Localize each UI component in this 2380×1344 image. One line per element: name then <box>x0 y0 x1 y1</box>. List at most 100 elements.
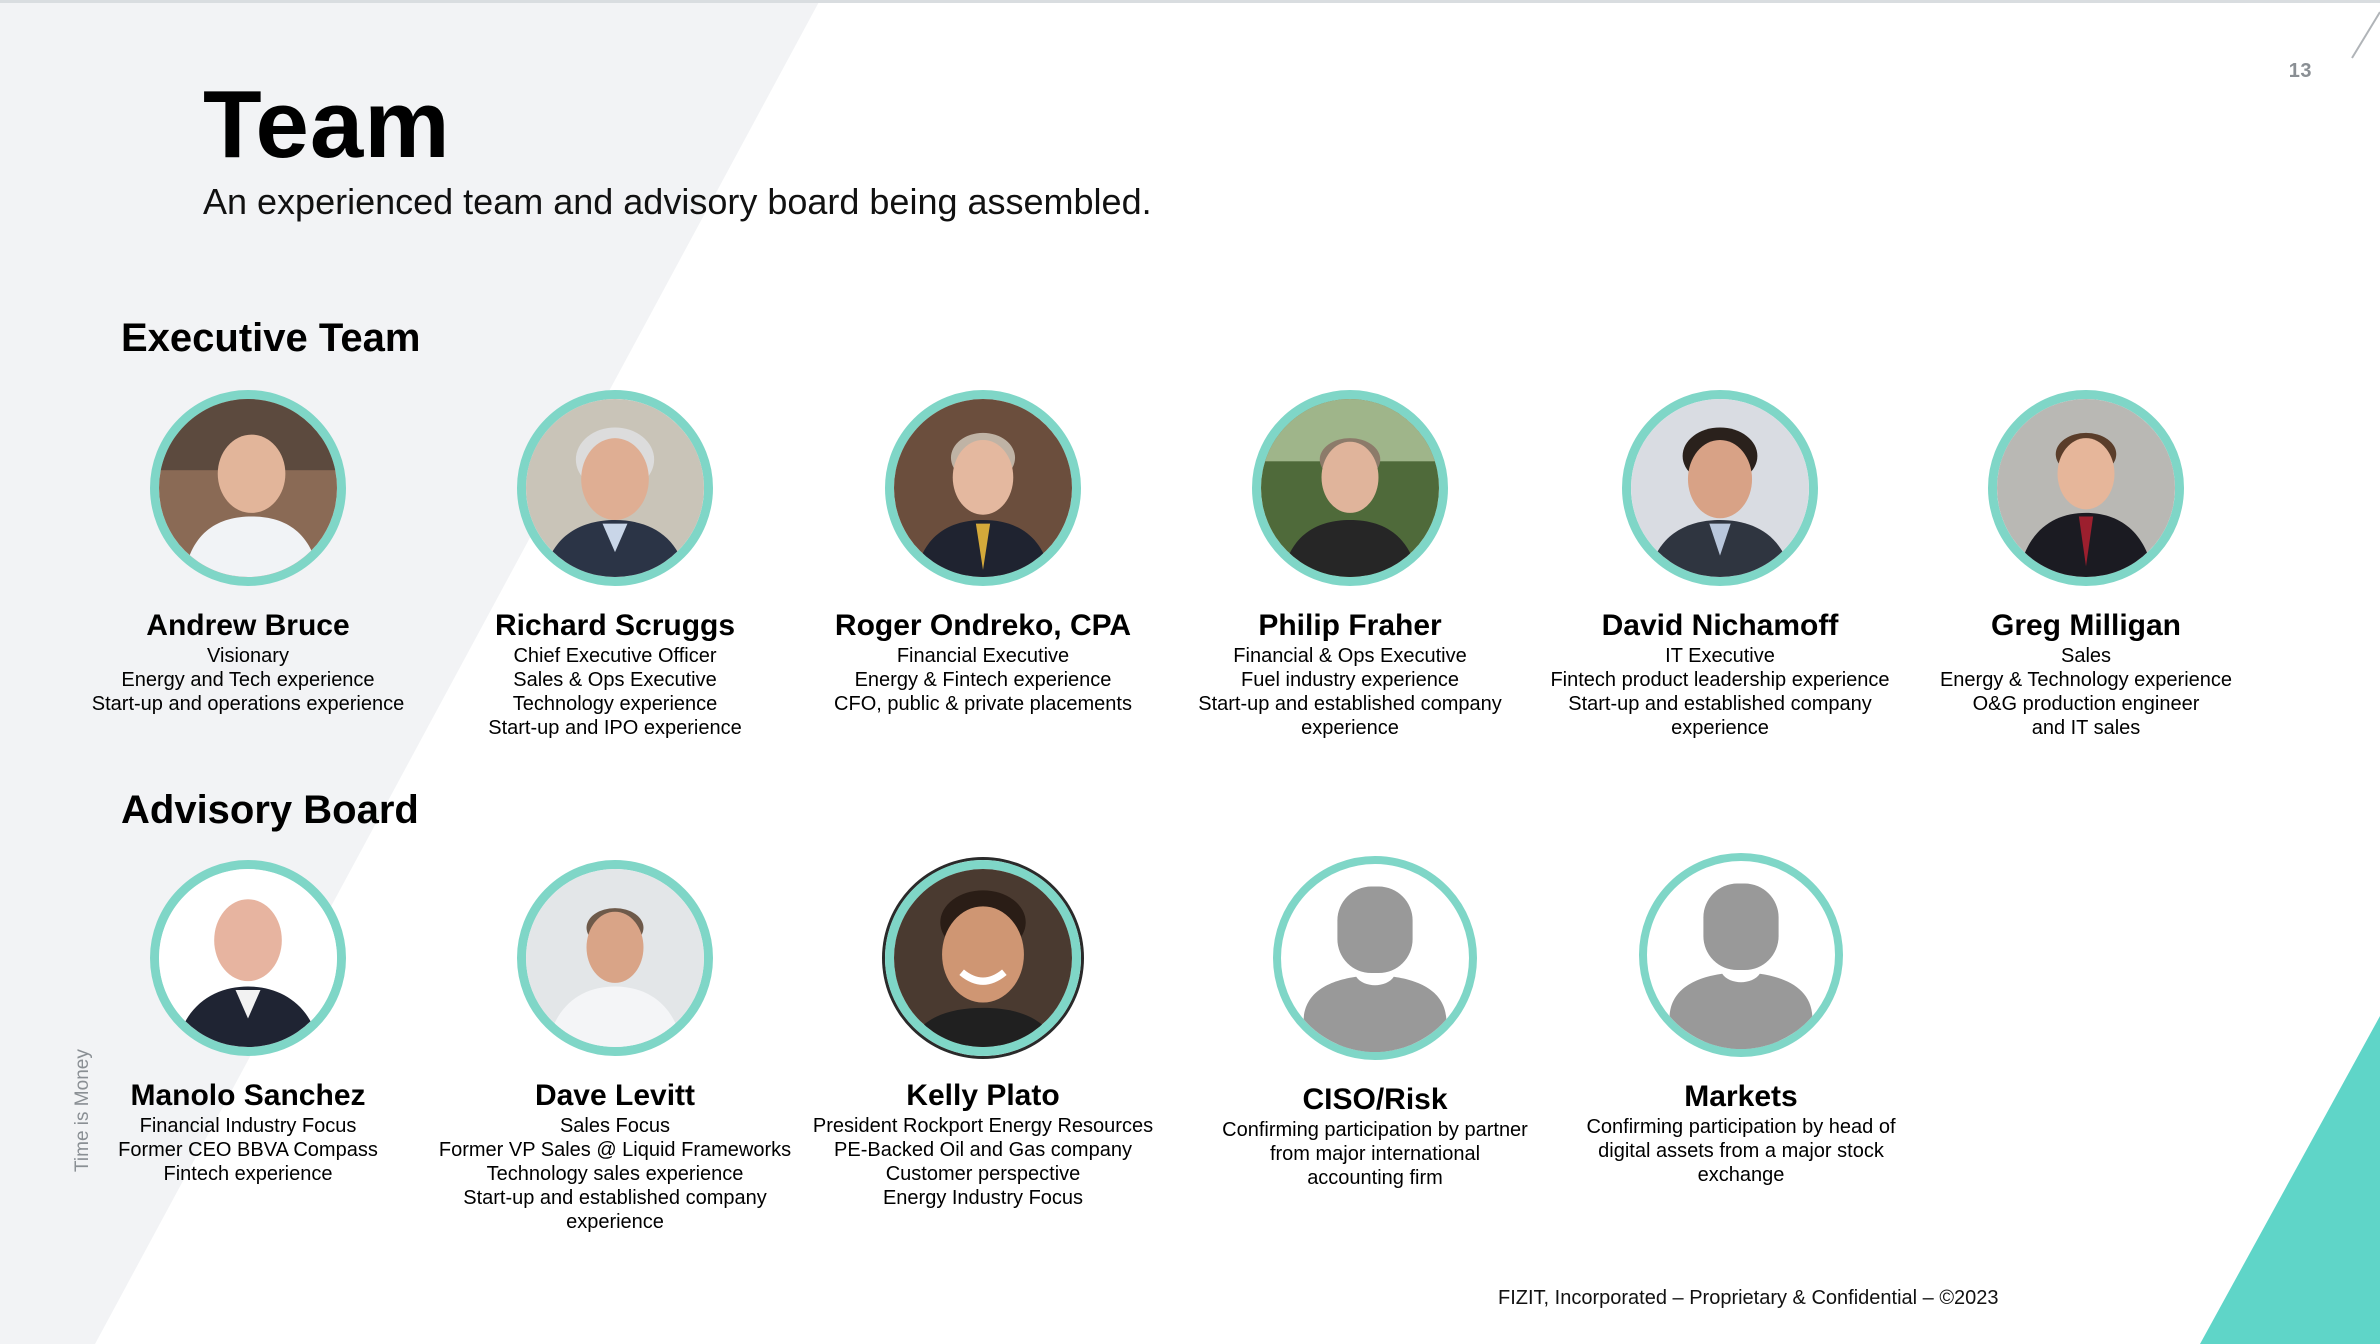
member-name: Manolo Sanchez <box>130 1079 366 1112</box>
desc-line: Financial Industry Focus <box>139 1115 357 1137</box>
advisory-board-heading: Advisory Board <box>121 788 419 832</box>
person-photo-icon <box>159 869 337 1047</box>
desc-line: Customer perspective <box>885 1163 1081 1185</box>
advisory-card-manolo-sanchez: Manolo Sanchez Financial Industry Focus … <box>63 860 433 1186</box>
executive-card-greg-milligan: Greg Milligan Sales Energy & Technology … <box>1901 390 2271 740</box>
member-name: Kelly Plato <box>906 1079 1060 1112</box>
desc-line: Technology experience <box>512 693 718 715</box>
executive-card-andrew-bruce: Andrew Bruce Visionary Energy and Tech e… <box>63 390 433 716</box>
footer-confidentiality: FIZIT, Incorporated – Proprietary & Conf… <box>1498 1287 1999 1309</box>
executive-card-philip-fraher: Philip Fraher Financial & Ops Executive … <box>1165 390 1535 740</box>
avatar-placeholder <box>1639 853 1843 1057</box>
desc-line: PE-Backed Oil and Gas company <box>834 1139 1132 1161</box>
member-description: Financial Executive Energy & Fintech exp… <box>798 644 1168 716</box>
desc-line: digital assets from a major stock <box>1598 1140 1884 1162</box>
advisory-card-dave-levitt: Dave Levitt Sales Focus Former VP Sales … <box>430 860 800 1234</box>
desc-line: Confirming participation by partner <box>1222 1119 1528 1141</box>
person-photo-icon <box>159 399 337 577</box>
member-description: Financial & Ops Executive Fuel industry … <box>1165 644 1535 740</box>
advisory-card-kelly-plato: Kelly Plato President Rockport Energy Re… <box>798 860 1168 1210</box>
member-description: Visionary Energy and Tech experience Sta… <box>63 644 433 716</box>
desc-line: Sales <box>2060 645 2112 667</box>
avatar <box>885 390 1081 586</box>
advisory-card-markets: Markets Confirming participation by head… <box>1556 853 1926 1187</box>
side-tagline: Time is Money <box>72 1049 93 1172</box>
desc-line: experience <box>1301 717 1399 739</box>
member-name: Markets <box>1684 1080 1798 1113</box>
person-photo-icon <box>526 869 704 1047</box>
avatar <box>1988 390 2184 586</box>
desc-line: Sales Focus <box>559 1115 671 1137</box>
member-description: President Rockport Energy Resources PE-B… <box>798 1114 1168 1210</box>
person-photo-icon <box>1997 399 2175 577</box>
advisory-card-ciso-risk: CISO/Risk Confirming participation by pa… <box>1190 856 1560 1190</box>
executive-card-richard-scruggs: Richard Scruggs Chief Executive Officer … <box>430 390 800 740</box>
desc-line: Energy and Tech experience <box>121 669 375 691</box>
desc-line: Fintech experience <box>163 1163 333 1185</box>
member-description: IT Executive Fintech product leadership … <box>1535 644 1905 740</box>
desc-line: Fuel industry experience <box>1241 669 1459 691</box>
person-photo-icon <box>894 399 1072 577</box>
avatar <box>150 860 346 1056</box>
member-description: Sales Focus Former VP Sales @ Liquid Fra… <box>430 1114 800 1234</box>
member-name: Philip Fraher <box>1258 609 1442 642</box>
user-silhouette-icon <box>1303 886 1447 1052</box>
corner-diagonal-line <box>2351 11 2380 59</box>
desc-line: Start-up and operations experience <box>91 693 405 715</box>
desc-line: O&G production engineer <box>1972 693 2200 715</box>
avatar <box>517 860 713 1056</box>
desc-line: experience <box>566 1211 664 1233</box>
page-number: 13 <box>2288 60 2312 82</box>
desc-line: accounting firm <box>1307 1167 1443 1189</box>
member-description: Confirming participation by head of digi… <box>1556 1115 1926 1187</box>
desc-line: IT Executive <box>1665 645 1775 667</box>
member-name: Andrew Bruce <box>146 609 350 642</box>
executive-team-heading: Executive Team <box>121 316 421 360</box>
member-description: Sales Energy & Technology experience O&G… <box>1901 644 2271 740</box>
person-photo-icon <box>1261 399 1439 577</box>
member-name: Dave Levitt <box>534 1079 696 1112</box>
desc-line: Financial & Ops Executive <box>1233 645 1467 667</box>
desc-line: Former VP Sales @ Liquid Frameworks <box>438 1139 792 1161</box>
teal-corner-triangle <box>2200 1016 2380 1344</box>
avatar <box>1252 390 1448 586</box>
person-photo-icon <box>1631 399 1809 577</box>
executive-card-roger-ondreko: Roger Ondreko, CPA Financial Executive E… <box>798 390 1168 716</box>
member-name: Roger Ondreko, CPA <box>834 609 1132 642</box>
desc-line: Sales & Ops Executive <box>513 669 717 691</box>
desc-line: Start-up and established company <box>1198 693 1502 715</box>
desc-line: Chief Executive Officer <box>513 645 717 667</box>
desc-line: Start-up and established company <box>463 1187 767 1209</box>
desc-line: Visionary <box>207 645 289 667</box>
desc-line: experience <box>1671 717 1769 739</box>
desc-line: from major international <box>1269 1143 1481 1165</box>
member-description: Chief Executive Officer Sales & Ops Exec… <box>430 644 800 740</box>
desc-line: Energy & Technology experience <box>1939 669 2233 691</box>
desc-line: Energy Industry Focus <box>882 1187 1084 1209</box>
desc-line: Start-up and established company <box>1568 693 1872 715</box>
desc-line: Financial Executive <box>896 645 1070 667</box>
desc-line: Former CEO BBVA Compass <box>118 1139 378 1161</box>
desc-line: Confirming participation by head of <box>1586 1116 1896 1138</box>
member-name: CISO/Risk <box>1302 1083 1448 1116</box>
person-photo-icon <box>894 869 1072 1047</box>
desc-line: Start-up and IPO experience <box>488 717 742 739</box>
avatar-placeholder <box>1273 856 1477 1060</box>
desc-line: Fintech product leadership experience <box>1550 669 1890 691</box>
executive-card-david-nichamoff: David Nichamoff IT Executive Fintech pro… <box>1535 390 1905 740</box>
desc-line: exchange <box>1697 1164 1785 1186</box>
desc-line: Energy & Fintech experience <box>854 669 1112 691</box>
member-name: Greg Milligan <box>1990 609 2182 642</box>
desc-line: Technology sales experience <box>486 1163 744 1185</box>
avatar <box>517 390 713 586</box>
user-silhouette-icon <box>1669 883 1813 1049</box>
top-rule <box>0 0 2380 3</box>
member-name: David Nichamoff <box>1601 609 1839 642</box>
desc-line: and IT sales <box>2031 717 2141 739</box>
avatar <box>885 860 1081 1056</box>
avatar <box>1622 390 1818 586</box>
member-name: Richard Scruggs <box>494 609 736 642</box>
slide: 13 Team An experienced team and advisory… <box>0 0 2380 1344</box>
slide-subtitle: An experienced team and advisory board b… <box>203 181 1152 222</box>
person-photo-icon <box>526 399 704 577</box>
